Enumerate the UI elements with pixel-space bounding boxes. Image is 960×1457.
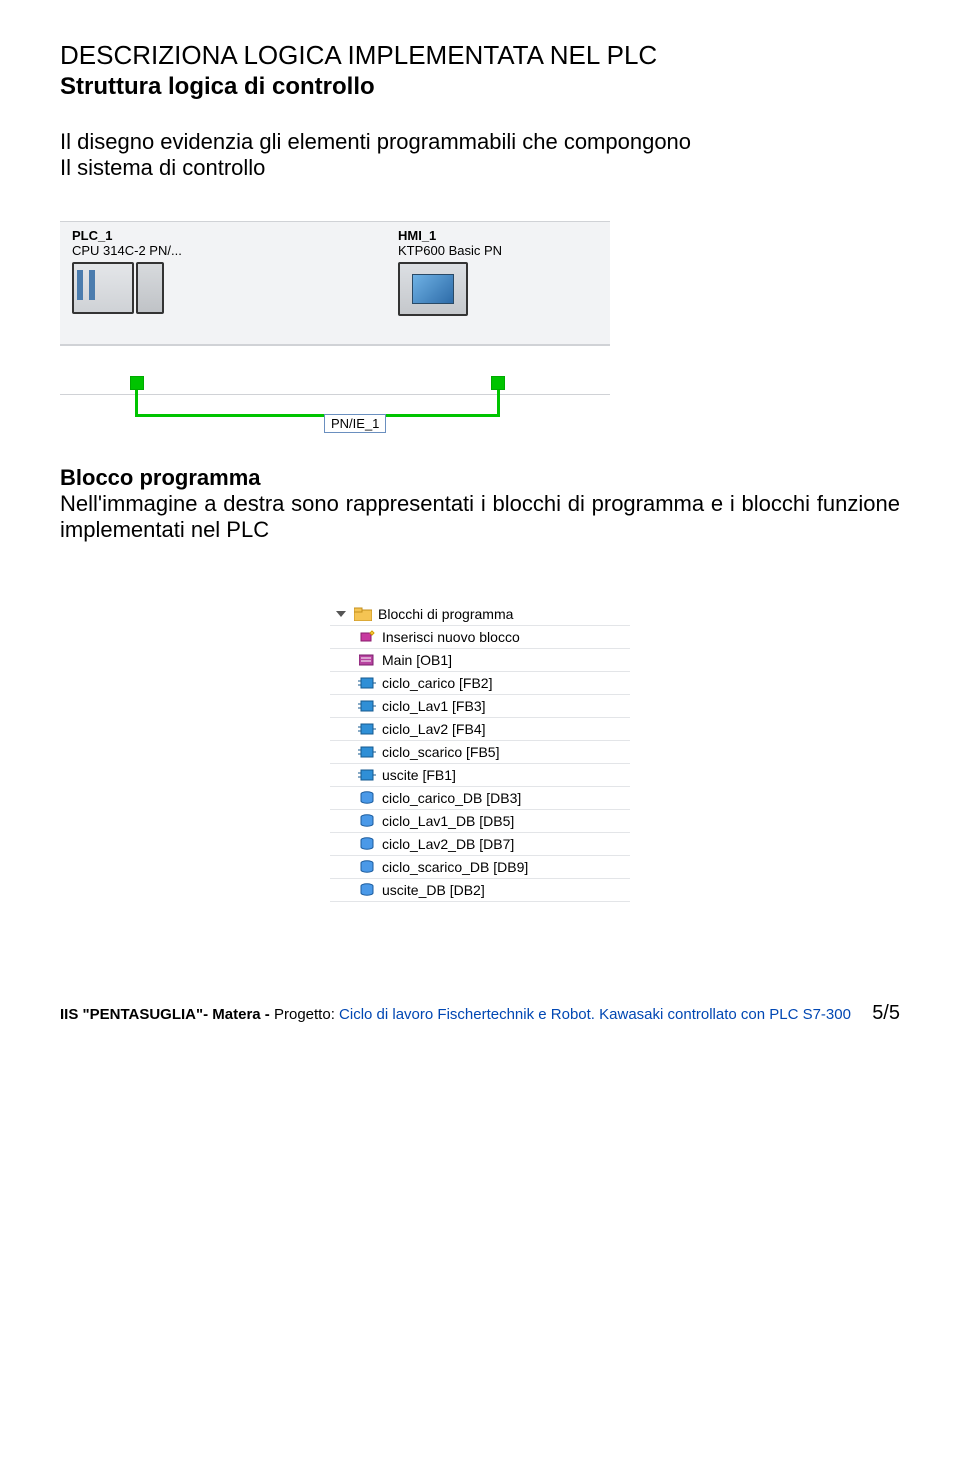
network-line-icon [135, 382, 500, 417]
tree-item-db[interactable]: ciclo_Lav1_DB [DB5] [330, 810, 630, 833]
plc-body-icon [72, 262, 272, 314]
intro-paragraph: Il disegno evidenzia gli elementi progra… [60, 129, 900, 181]
tree-item-label: ciclo_scarico_DB [DB9] [382, 859, 528, 875]
footer-text: IIS "PENTASUGLIA"- Matera - Progetto: Ci… [60, 1006, 851, 1023]
tree-item-db[interactable]: ciclo_carico_DB [DB3] [330, 787, 630, 810]
tree-root[interactable]: Blocchi di programma [330, 603, 630, 626]
program-blocks-tree: Blocchi di programma Inserisci nuovo blo… [330, 603, 630, 902]
network-label: PN/IE_1 [324, 414, 386, 433]
db-block-icon [358, 791, 376, 805]
tree-item-label: Inserisci nuovo blocco [382, 629, 520, 645]
tree-item-label: uscite [FB1] [382, 767, 456, 783]
page-footer: IIS "PENTASUGLIA"- Matera - Progetto: Ci… [60, 1002, 900, 1025]
folder-icon [354, 607, 372, 621]
footer-page-number: 5/5 [872, 1002, 900, 1025]
fb-block-icon [358, 699, 376, 713]
tree-item-label: uscite_DB [DB2] [382, 882, 485, 898]
network-port-left-icon [130, 376, 144, 390]
tree-item-db[interactable]: uscite_DB [DB2] [330, 879, 630, 902]
hmi-type: KTP600 Basic PN [398, 243, 598, 258]
db-block-icon [358, 837, 376, 851]
network-port-right-icon [491, 376, 505, 390]
tree-item-label: ciclo_Lav1 [FB3] [382, 698, 486, 714]
db-block-icon [358, 883, 376, 897]
tree-item-fb[interactable]: ciclo_Lav2 [FB4] [330, 718, 630, 741]
tree-item-label: ciclo_Lav1_DB [DB5] [382, 813, 514, 829]
section-paragraph: Nell'immagine a destra sono rappresentat… [60, 491, 900, 543]
fb-block-icon [358, 768, 376, 782]
tree-item-fb[interactable]: ciclo_carico [FB2] [330, 672, 630, 695]
tree-item-label: ciclo_carico [FB2] [382, 675, 492, 691]
page-title-sub: Struttura logica di controllo [60, 73, 900, 101]
fb-block-icon [358, 676, 376, 690]
chevron-down-icon [336, 611, 346, 617]
intro-line-1: Il disegno evidenzia gli elementi progra… [60, 129, 691, 154]
ob-block-icon [358, 653, 376, 667]
footer-org: IIS "PENTASUGLIA"- Matera - [60, 1006, 274, 1023]
tree-item-new-block[interactable]: Inserisci nuovo blocco [330, 626, 630, 649]
tree-item-db[interactable]: ciclo_Lav2_DB [DB7] [330, 833, 630, 856]
plc-type: CPU 314C-2 PN/... [72, 243, 272, 258]
db-block-icon [358, 814, 376, 828]
page-title-main: DESCRIZIONA LOGICA IMPLEMENTATA NEL PLC [60, 40, 900, 71]
add-block-icon [358, 630, 376, 644]
tree-item-db[interactable]: ciclo_scarico_DB [DB9] [330, 856, 630, 879]
footer-proj-text: Ciclo di lavoro Fischertechnik e Robot. … [339, 1006, 851, 1023]
hmi-device: HMI_1 KTP600 Basic PN [398, 228, 598, 316]
intro-line-2: Il sistema di controllo [60, 155, 265, 180]
tree-item-fb[interactable]: ciclo_scarico [FB5] [330, 741, 630, 764]
section-title: Blocco programma [60, 465, 900, 491]
tree-item-label: ciclo_Lav2_DB [DB7] [382, 836, 514, 852]
tree-root-label: Blocchi di programma [378, 606, 513, 622]
tree-item-label: ciclo_carico_DB [DB3] [382, 790, 521, 806]
plc-device: PLC_1 CPU 314C-2 PN/... [72, 228, 272, 316]
db-block-icon [358, 860, 376, 874]
tree-item-fb[interactable]: uscite [FB1] [330, 764, 630, 787]
tree-item-label: ciclo_Lav2 [FB4] [382, 721, 486, 737]
tree-item-fb[interactable]: ciclo_Lav1 [FB3] [330, 695, 630, 718]
hmi-name: HMI_1 [398, 228, 598, 243]
tree-item-ob[interactable]: Main [OB1] [330, 649, 630, 672]
hmi-body-icon [398, 262, 598, 316]
tree-item-label: ciclo_scarico [FB5] [382, 744, 499, 760]
device-row: PLC_1 CPU 314C-2 PN/... HMI_1 KTP600 Bas… [60, 221, 610, 345]
network-diagram: PLC_1 CPU 314C-2 PN/... HMI_1 KTP600 Bas… [60, 221, 610, 395]
footer-proj-label: Progetto: [274, 1006, 339, 1023]
fb-block-icon [358, 722, 376, 736]
tree-item-label: Main [OB1] [382, 652, 452, 668]
plc-name: PLC_1 [72, 228, 272, 243]
fb-block-icon [358, 745, 376, 759]
